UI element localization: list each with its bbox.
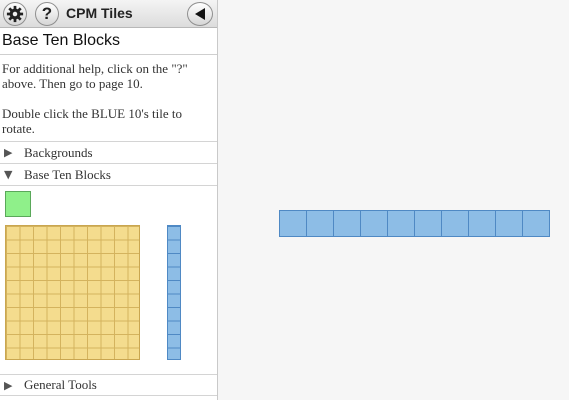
triangle-right-icon: ▶ <box>4 378 13 392</box>
tile-cell <box>361 211 388 236</box>
help-text: For additional help, click on the "?" ab… <box>0 55 217 141</box>
collapse-panel-button[interactable] <box>187 2 213 26</box>
help-line: For additional help, click on the "?" ab… <box>2 61 188 91</box>
gear-icon <box>6 5 24 23</box>
ten-tile[interactable] <box>167 225 181 360</box>
panel-title: Base Ten Blocks <box>0 28 217 55</box>
settings-button[interactable] <box>3 2 27 26</box>
triangle-left-icon <box>195 8 205 20</box>
tile-cell <box>415 211 442 236</box>
hundred-tile[interactable] <box>5 225 140 360</box>
help-button[interactable]: ? <box>35 2 59 26</box>
tile-palette <box>0 185 217 372</box>
placed-ten-tile[interactable] <box>279 210 550 237</box>
accordion-base-ten-blocks[interactable]: ▼ Base Ten Blocks <box>0 163 217 185</box>
workspace-canvas[interactable] <box>219 0 569 400</box>
accordion-general-tools[interactable]: ▶ General Tools <box>0 374 217 396</box>
tile-cell <box>469 211 496 236</box>
tile-cell <box>280 211 307 236</box>
unit-tile[interactable] <box>5 191 31 217</box>
accordion-label: Base Ten Blocks <box>24 166 111 182</box>
app-title: CPM Tiles <box>66 5 133 21</box>
help-line: Double click the BLUE 10's tile to rotat… <box>2 106 182 136</box>
sidebar: ? CPM Tiles Base Ten Blocks For addition… <box>0 0 218 400</box>
accordion-label: General Tools <box>24 377 97 392</box>
tile-cell <box>496 211 523 236</box>
accordion-label: Backgrounds <box>24 144 93 160</box>
tile-cell <box>307 211 334 236</box>
toolbar: ? CPM Tiles <box>0 0 217 28</box>
accordion-backgrounds[interactable]: ▶ Backgrounds <box>0 141 217 163</box>
tile-cell <box>442 211 469 236</box>
help-icon: ? <box>41 4 53 23</box>
tile-cell <box>523 211 549 236</box>
triangle-down-icon: ▼ <box>4 168 13 181</box>
tile-cell <box>388 211 415 236</box>
tile-cell <box>334 211 361 236</box>
triangle-right-icon: ▶ <box>4 146 13 159</box>
